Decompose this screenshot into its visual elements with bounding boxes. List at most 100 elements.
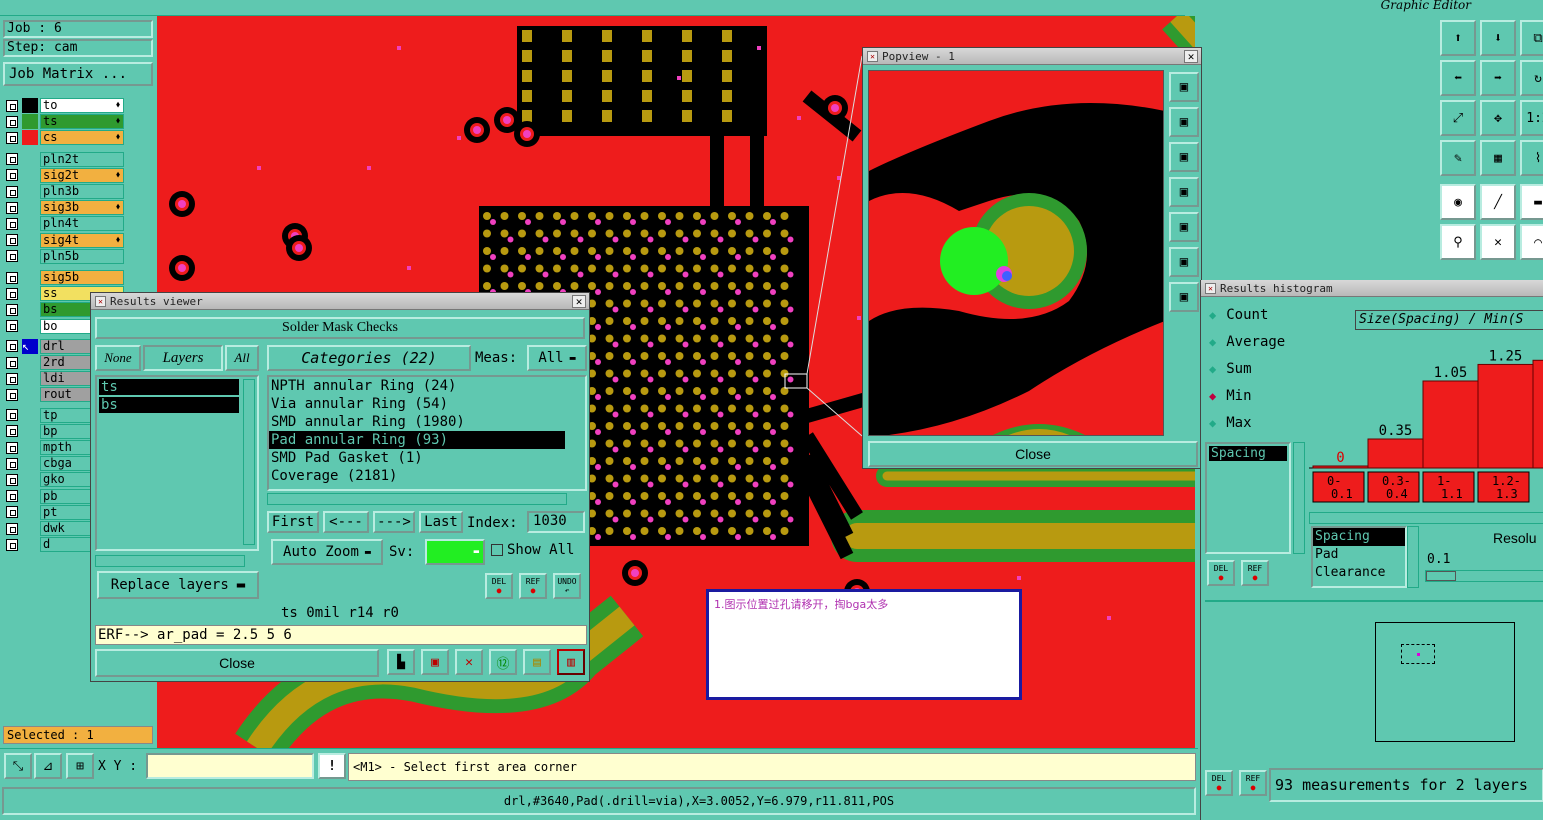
layer-checkbox[interactable] [6, 185, 18, 198]
layer-row-pln3b[interactable]: pln3b [6, 184, 124, 199]
move-down-icon[interactable]: ⬇ [1480, 20, 1516, 56]
chip-icon[interactable]: ▣ [421, 649, 449, 675]
ref-x-icon[interactable]: ✕ [455, 649, 483, 675]
zoom-out-icon[interactable]: ▣ [1169, 142, 1199, 172]
popview-canvas[interactable] [868, 70, 1164, 436]
layer-name[interactable]: cs ⬧ [40, 130, 124, 146]
layer-checkbox[interactable] [6, 473, 18, 486]
route-icon[interactable]: ⌇ [1520, 140, 1543, 176]
radio-icon[interactable]: ◆ [1209, 362, 1216, 376]
zoom-area-icon[interactable]: ⤡ [4, 753, 32, 779]
layer-checkbox[interactable] [6, 441, 18, 454]
hist-del-button-2[interactable]: DEL ● [1205, 770, 1233, 796]
layers-listbox[interactable]: ts bs [95, 375, 259, 551]
radio-icon[interactable]: ◆ [1209, 308, 1216, 322]
category-item[interactable]: NPTH annular Ring (24) [269, 377, 565, 395]
layer-row-cs[interactable]: cs ⬧ [6, 130, 124, 146]
layer-checkbox[interactable] [6, 271, 18, 284]
layer-name[interactable]: sig2t ⬧ [40, 167, 124, 183]
sv-color-dropdown[interactable]: ▬ [425, 539, 485, 565]
types-scrollbar[interactable] [1407, 526, 1419, 588]
index-input[interactable]: 1030 [527, 511, 585, 533]
category-item[interactable]: Coverage (2181) [269, 467, 565, 485]
layers-hscrollbar[interactable] [95, 555, 245, 567]
layer-row-sig4t[interactable]: sig4t ⬧ [6, 232, 124, 248]
move-up-icon[interactable]: ⬆ [1440, 20, 1476, 56]
type-item[interactable]: Clearance [1313, 564, 1405, 582]
layers-scrollbar[interactable] [243, 379, 255, 545]
first-button[interactable]: First [267, 511, 319, 533]
layer-row-sig3b[interactable]: sig3b ⬧ [6, 200, 124, 216]
hist-ref-button[interactable]: REF ● [1241, 560, 1269, 586]
popview-titlebar[interactable]: ✕ Popview - 1 [863, 48, 1201, 65]
layer-name[interactable]: ts ⬧ [40, 114, 124, 130]
layer-list-item[interactable]: ts [99, 379, 239, 395]
none-button[interactable]: None [95, 345, 141, 371]
drill-icon[interactable]: ◉ [1440, 184, 1476, 220]
close-button[interactable]: Close [95, 649, 379, 677]
layer-name[interactable]: pln4t [40, 216, 124, 232]
category-item[interactable]: SMD annular Ring (1980) [269, 413, 565, 431]
connect-icon[interactable]: ⚲ [1440, 224, 1476, 260]
move-icon[interactable]: ▣ [1169, 282, 1199, 312]
radio-icon[interactable]: ◆ [1209, 335, 1216, 349]
type-item[interactable]: Pad [1313, 546, 1405, 564]
auto-zoom-dropdown[interactable]: Auto Zoom ▬ [271, 539, 383, 565]
radio-icon[interactable]: ◆ [1209, 389, 1216, 403]
layer-row-pln4t[interactable]: pln4t [6, 216, 124, 232]
warning-icon[interactable]: ! [318, 753, 346, 779]
layer-checkbox[interactable] [6, 217, 18, 230]
layer-row-to[interactable]: to ⬧ [6, 98, 124, 113]
last-button[interactable]: Last [419, 511, 463, 533]
histogram-list[interactable]: Spacing [1205, 442, 1291, 554]
layer-row-sig5b[interactable]: sig5b [6, 270, 124, 285]
categories-listbox[interactable]: NPTH annular Ring (24) Via annular Ring (… [267, 375, 587, 491]
histogram-option-average[interactable]: ◆ Average [1209, 331, 1285, 353]
zoom-in-icon[interactable]: ▣ [1169, 107, 1199, 137]
layer-checkbox[interactable] [6, 340, 18, 353]
popview-close-button[interactable]: Close [868, 441, 1198, 467]
layer-name[interactable]: sig5b [40, 270, 124, 285]
expand-icon[interactable]: ▣ [1169, 247, 1199, 277]
histogram-icon[interactable]: ▥ [557, 649, 585, 675]
resize-icon[interactable]: ⤢ [1440, 100, 1476, 136]
arc-icon[interactable]: ⌒ [1520, 224, 1543, 260]
copy-icon[interactable]: ⧉ [1520, 20, 1543, 56]
grid-icon[interactable]: ▦ [1480, 140, 1516, 176]
layer-checkbox[interactable] [6, 388, 18, 401]
categories-button[interactable]: Categories (22) [267, 345, 471, 371]
layer-checkbox[interactable] [6, 490, 18, 503]
layer-checkbox[interactable] [6, 506, 18, 519]
histogram-option-sum[interactable]: ◆ Sum [1209, 358, 1252, 380]
number-icon[interactable]: ⑫ [489, 649, 517, 675]
layer-checkbox[interactable] [6, 169, 18, 182]
hist-ref-button-2[interactable]: REF ● [1239, 770, 1267, 796]
ruler-icon[interactable]: ▬ [1520, 184, 1543, 220]
layer-checkbox[interactable] [6, 522, 18, 535]
layer-checkbox[interactable] [6, 538, 18, 551]
layer-name[interactable]: to ⬧ [40, 98, 124, 113]
layer-row-pln5b[interactable]: pln5b [6, 248, 124, 264]
layer-name[interactable]: pln2t [40, 151, 124, 167]
layer-checkbox[interactable] [6, 457, 18, 470]
edit-icon[interactable]: ✎ [1440, 140, 1476, 176]
layer-checkbox[interactable] [6, 234, 18, 247]
prev-button[interactable]: <--- [323, 511, 369, 533]
note-box[interactable]: 1.图示位置过孔请移开，掏bga太多 [706, 589, 1022, 700]
ref-button[interactable]: REF ● [519, 573, 547, 599]
layers-button[interactable]: Layers [143, 345, 223, 371]
layer-name[interactable]: sig4t ⬧ [40, 232, 124, 248]
category-item[interactable]: Via annular Ring (54) [269, 395, 565, 413]
hist-del-button[interactable]: DEL ● [1207, 560, 1235, 586]
layer-row-sig2t[interactable]: sig2t ⬧ [6, 167, 124, 183]
layer-checkbox[interactable] [6, 320, 18, 333]
measure-icon[interactable]: ⊿ [34, 753, 62, 779]
popview-close-icon[interactable]: ✕ [1184, 50, 1198, 63]
cross-icon[interactable]: ✕ [1480, 224, 1516, 260]
histogram-list-scrollbar[interactable] [1293, 442, 1305, 554]
snap-icon[interactable]: ⊞ [66, 753, 94, 779]
replace-layers-dropdown[interactable]: Replace layers ▬ [97, 571, 259, 599]
layer-checkbox[interactable] [6, 409, 18, 422]
show-all-checkbox[interactable] [491, 544, 503, 556]
section-header[interactable]: Solder Mask Checks [95, 317, 585, 339]
